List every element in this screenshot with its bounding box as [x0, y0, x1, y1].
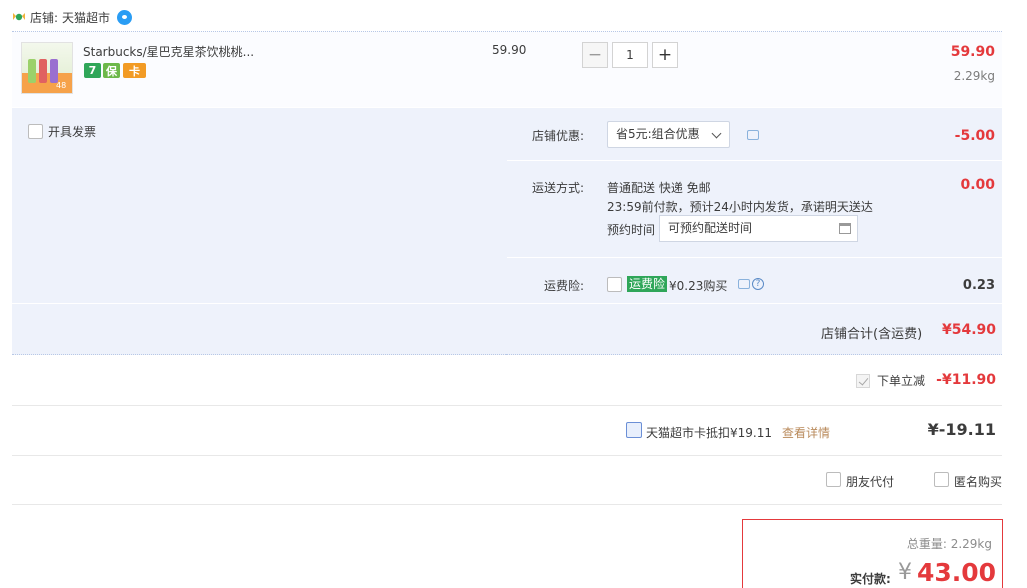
invoice-option[interactable]: 开具发票: [28, 123, 96, 140]
anonymous-checkbox[interactable]: [934, 472, 949, 487]
calendar-icon: [839, 223, 851, 234]
view-details-link[interactable]: 查看详情: [782, 424, 830, 441]
shield-icon[interactable]: 保: [103, 63, 120, 78]
shop-discount-select[interactable]: 省5元:组合优惠: [607, 121, 730, 148]
item-subtotal: 59.90: [950, 44, 995, 60]
item-weight: 2.29kg: [953, 69, 995, 83]
product-title-link[interactable]: Starbucks/星巴克星茶饮桃桃...: [83, 43, 254, 60]
invoice-label: 开具发票: [48, 125, 97, 139]
shipping-method: 普通配送 快递 免邮: [607, 181, 711, 195]
instant-discount-label: 下单立减: [877, 374, 926, 388]
friend-pay-label: 朋友代付: [846, 475, 895, 489]
quantity-stepper: − +: [582, 42, 678, 70]
shipping-note: 23:59前付款，预计24小时内发货，承诺明天送达: [607, 200, 873, 214]
card-icon[interactable]: 卡: [123, 63, 146, 78]
shop-discount-label: 店铺优惠:: [532, 129, 585, 143]
total-weight: 总重量: 2.29kg: [907, 535, 992, 552]
pay-amount: 43.00: [917, 558, 997, 587]
shop-name-link[interactable]: 天猫超市: [62, 9, 110, 26]
card-deduct-label: 天猫超市卡抵扣¥19.11: [646, 426, 772, 440]
final-payment-box: 总重量: 2.29kg 实付款: ¥ 43.00: [742, 519, 1003, 588]
chevron-down-icon: [711, 128, 722, 139]
wangwang-chat-icon[interactable]: [117, 9, 133, 25]
seven-day-return-icon[interactable]: 7: [84, 63, 101, 78]
shipping-label: 运送方式:: [532, 181, 585, 195]
insurance-label: 运费险:: [544, 279, 585, 293]
invoice-panel: [12, 108, 506, 355]
instant-discount-amount: -¥11.90: [936, 372, 996, 388]
shop-label: 店铺:: [30, 10, 59, 25]
instant-discount-checkbox: [856, 374, 870, 388]
schedule-label: 预约时间: [607, 223, 656, 237]
unit-price: 59.90: [492, 43, 527, 57]
message-icon[interactable]: [747, 130, 759, 140]
shop-total-amount: ¥54.90: [941, 322, 996, 338]
thumbnail-tag: 48: [56, 81, 67, 90]
insurance-price: ¥0.23购买: [669, 279, 728, 293]
invoice-checkbox[interactable]: [28, 124, 43, 139]
product-thumbnail[interactable]: 48: [21, 42, 73, 94]
shop-discount-amount: -5.00: [954, 128, 995, 144]
currency-symbol: ¥: [898, 560, 912, 585]
help-icon[interactable]: ?: [752, 278, 764, 290]
total-weight-value: 2.29kg: [950, 537, 992, 551]
card-deduct-checkbox[interactable]: [626, 422, 642, 438]
card-deduct-amount: ¥-19.11: [927, 420, 996, 439]
tmall-shop-icon: [13, 13, 25, 21]
message-icon[interactable]: [738, 279, 750, 289]
total-weight-label: 总重量:: [906, 537, 947, 551]
insurance-checkbox[interactable]: [607, 277, 622, 292]
shop-header: 店铺: 天猫超市: [12, 6, 133, 28]
schedule-time-input[interactable]: 可预约配送时间: [659, 215, 858, 242]
friend-pay-checkbox[interactable]: [826, 472, 841, 487]
shop-total-label: 店铺合计(含运费): [821, 327, 923, 342]
anonymous-label: 匿名购买: [954, 475, 1003, 489]
decrease-qty-button[interactable]: −: [582, 42, 608, 68]
shipping-amount: 0.00: [960, 177, 995, 193]
quantity-input[interactable]: [612, 42, 648, 68]
increase-qty-button[interactable]: +: [652, 42, 678, 68]
pay-label: 实付款:: [850, 572, 891, 586]
insurance-amount: 0.23: [962, 278, 995, 293]
insurance-badge: 运费险: [627, 276, 668, 292]
